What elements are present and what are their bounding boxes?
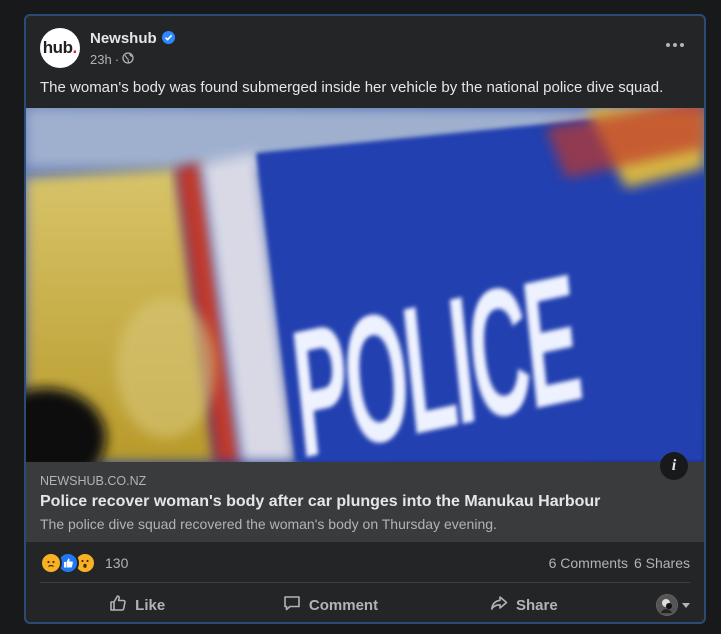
user-avatar-icon — [655, 594, 678, 616]
link-domain: NEWSHUB.CO.NZ — [40, 474, 147, 488]
link-preview-image[interactable]: POLICE — [26, 108, 704, 462]
post-time[interactable]: 23h — [90, 52, 112, 67]
more-options-button[interactable] — [660, 34, 690, 56]
share-label: Share — [515, 596, 558, 614]
reactions-summary[interactable]: 130 — [40, 552, 128, 574]
comment-bubble-icon — [282, 593, 302, 617]
post-meta: 23h · — [90, 52, 134, 67]
chevron-down-icon — [681, 602, 690, 608]
info-button[interactable]: i — [660, 452, 688, 480]
more-dot-icon — [680, 43, 684, 47]
sad-icon — [40, 552, 62, 574]
page-avatar[interactable]: hub. — [40, 28, 80, 68]
link-description: The police dive squad recovered the woma… — [40, 516, 497, 532]
link-title[interactable]: Police recover woman's body after car pl… — [40, 493, 600, 511]
post-caption: The woman's body was found submerged ins… — [40, 79, 664, 96]
share-button[interactable]: Share — [427, 588, 620, 622]
reaction-count[interactable]: 130 — [105, 555, 128, 571]
police-car-photo: POLICE — [26, 108, 704, 462]
more-dot-icon — [666, 43, 670, 47]
page-name[interactable]: Newshub — [90, 30, 175, 47]
thumbs-up-icon — [108, 593, 128, 617]
avatar-dot: . — [72, 38, 78, 57]
more-dot-icon — [673, 43, 677, 47]
engagement-counts: 6 Comments 6 Shares — [549, 555, 690, 571]
like-label: Like — [135, 596, 166, 614]
info-icon: i — [671, 457, 677, 474]
actions-divider — [40, 582, 690, 583]
page-name-label[interactable]: Newshub — [90, 30, 157, 47]
comment-button[interactable]: Comment — [233, 588, 426, 622]
comment-label: Comment — [308, 596, 379, 614]
globe-icon — [122, 52, 134, 67]
avatar-text: hub — [42, 38, 73, 57]
post-stats: 130 6 Comments 6 Shares — [40, 550, 690, 576]
share-arrow-icon — [489, 593, 509, 617]
comments-count[interactable]: 6 Comments — [549, 555, 628, 571]
link-preview[interactable]: NEWSHUB.CO.NZ Police recover woman's bod… — [26, 462, 704, 542]
verified-badge-icon — [161, 31, 175, 44]
shares-count[interactable]: 6 Shares — [634, 555, 690, 571]
reaction-identity-selector[interactable] — [620, 588, 690, 622]
post-header: hub. Newshub 23h · — [40, 28, 690, 72]
meta-separator: · — [114, 52, 120, 67]
post-actions: Like Comment Share — [40, 588, 690, 622]
post-card: hub. Newshub 23h · The woman's body was … — [24, 14, 706, 624]
like-button[interactable]: Like — [40, 588, 233, 622]
